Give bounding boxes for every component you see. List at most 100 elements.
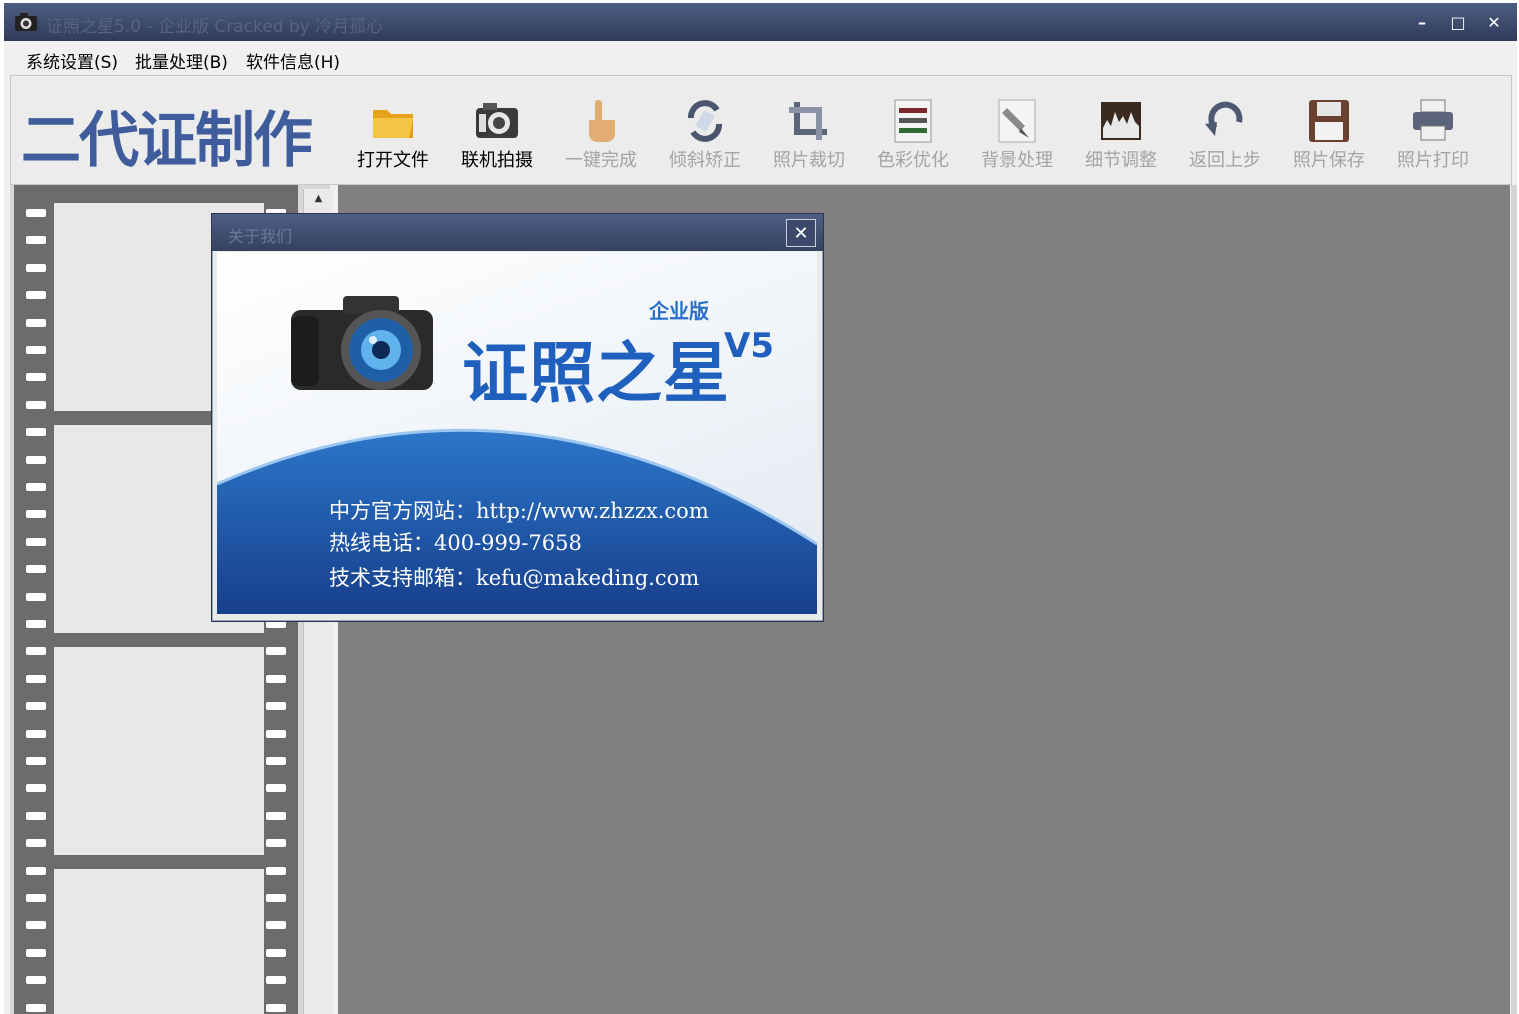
film-perforation <box>26 319 46 327</box>
undo-label: 返回上步 <box>1189 150 1261 171</box>
product-name: 证照之星 <box>462 335 730 412</box>
close-icon: ✕ <box>1487 12 1501 32</box>
film-perforation <box>266 675 286 683</box>
film-perforation <box>266 949 286 957</box>
about-dialog-titlebar[interactable]: 关于我们 ✕ <box>212 214 823 251</box>
film-perforation <box>26 565 46 573</box>
about-dialog-title: 关于我们 <box>228 227 293 246</box>
camera-capture-button[interactable]: 联机拍摄 <box>449 90 545 171</box>
film-perforation <box>26 538 46 546</box>
film-perforation <box>266 867 286 875</box>
film-perforation <box>26 867 46 875</box>
close-icon: ✕ <box>793 222 809 244</box>
background-button[interactable]: 背景处理 <box>969 90 1065 171</box>
menu-batch-processing[interactable]: 批量处理(B) <box>135 48 228 73</box>
menu-bar: 系统设置(S) 批量处理(B) 软件信息(H) <box>4 41 1517 74</box>
film-perforation <box>26 730 46 738</box>
tilt-correct-label: 倾斜矫正 <box>669 150 741 171</box>
detail-adjust-label: 细节调整 <box>1085 150 1157 171</box>
close-button[interactable]: ✕ <box>1482 10 1506 34</box>
app-camera-icon <box>15 13 37 31</box>
film-perforation <box>266 839 286 847</box>
film-perforation <box>266 1004 286 1012</box>
undo-button[interactable]: 返回上步 <box>1177 90 1273 171</box>
film-perforation <box>26 675 46 683</box>
film-perforation <box>26 1004 46 1012</box>
toolbar: 二代证制作 打开文件 联机拍摄 一键完成 倾斜矫正 照片裁切 色彩优化 背景处理… <box>10 75 1512 185</box>
background-label: 背景处理 <box>981 150 1053 171</box>
menu-software-info[interactable]: 软件信息(H) <box>246 48 340 73</box>
title-bar[interactable]: 证照之星5.0 - 企业版 Cracked by 冷月孤心 – □ ✕ <box>4 3 1517 41</box>
color-optimize-button[interactable]: 色彩优化 <box>865 90 961 171</box>
brush-icon <box>998 99 1036 143</box>
minimize-button[interactable]: – <box>1410 10 1434 34</box>
crop-icon <box>789 102 827 140</box>
color-optimize-label: 色彩优化 <box>877 150 949 171</box>
film-perforation <box>26 291 46 299</box>
open-file-label: 打开文件 <box>357 150 429 171</box>
open-file-button[interactable]: 打开文件 <box>345 90 441 171</box>
thumbnail-slot[interactable] <box>54 869 264 1014</box>
film-perforation <box>26 620 46 628</box>
print-photo-label: 照片打印 <box>1397 150 1469 171</box>
menu-system-settings[interactable]: 系统设置(S) <box>26 48 118 73</box>
film-perforation <box>26 209 46 217</box>
film-perforation <box>26 593 46 601</box>
film-perforation <box>26 757 46 765</box>
detail-adjust-button[interactable]: 细节调整 <box>1073 90 1169 171</box>
hand-pointer-icon <box>589 100 615 142</box>
tilt-correct-button[interactable]: 倾斜矫正 <box>657 90 753 171</box>
histogram-icon <box>1101 102 1141 140</box>
product-version: V5 <box>724 326 774 366</box>
save-photo-button[interactable]: 照片保存 <box>1281 90 1377 171</box>
film-perforation <box>266 894 286 902</box>
mode-logo: 二代证制作 <box>21 106 313 176</box>
crop-button[interactable]: 照片裁切 <box>761 90 857 171</box>
minimize-icon: – <box>1418 12 1426 32</box>
thumbnail-slot[interactable] <box>54 647 264 855</box>
film-perforation <box>26 647 46 655</box>
undo-icon <box>1205 101 1243 136</box>
color-sliders-icon <box>894 99 932 143</box>
website-info: 中方官方网站：http://www.zhzzx.com <box>329 499 709 523</box>
film-perforation <box>26 784 46 792</box>
film-perforation <box>26 346 46 354</box>
film-perforation <box>26 483 46 491</box>
maximize-icon: □ <box>1450 12 1466 32</box>
email-info: 技术支持邮箱：kefu@makeding.com <box>329 566 700 590</box>
one-click-label: 一键完成 <box>565 150 637 171</box>
camera-icon <box>476 103 518 138</box>
camera-capture-label: 联机拍摄 <box>461 150 533 171</box>
film-perforation <box>26 976 46 984</box>
crop-label: 照片裁切 <box>773 150 845 171</box>
about-banner: 企业版 证照之星 V5 中方官方网站：http://www.zhzzx.com … <box>217 252 817 614</box>
save-photo-label: 照片保存 <box>1293 150 1365 171</box>
film-perforation <box>26 428 46 436</box>
film-perforation <box>26 949 46 957</box>
film-perforation <box>26 510 46 518</box>
film-perforation <box>266 921 286 929</box>
scroll-up-icon[interactable]: ▲ <box>304 193 333 204</box>
printer-icon <box>1413 99 1453 141</box>
film-perforation <box>266 647 286 655</box>
floppy-disk-icon <box>1309 100 1349 142</box>
about-dialog: 关于我们 ✕ 企业版 证照之星 V5 中方官方网站：http://www.zhz… <box>211 213 824 622</box>
maximize-button[interactable]: □ <box>1446 10 1470 34</box>
film-perforation <box>266 784 286 792</box>
main-window: 证照之星5.0 - 企业版 Cracked by 冷月孤心 – □ ✕ 系统设置… <box>4 3 1517 1014</box>
print-photo-button[interactable]: 照片打印 <box>1385 90 1481 171</box>
film-perforation <box>26 236 46 244</box>
camera-logo-icon <box>291 296 433 390</box>
film-perforation <box>26 894 46 902</box>
film-perforation <box>26 401 46 409</box>
film-perforation <box>266 757 286 765</box>
folder-icon <box>373 110 413 138</box>
window-title: 证照之星5.0 - 企业版 Cracked by 冷月孤心 <box>46 17 384 37</box>
film-perforation <box>26 921 46 929</box>
one-click-button[interactable]: 一键完成 <box>553 90 649 171</box>
film-perforation <box>26 456 46 464</box>
film-perforation <box>266 730 286 738</box>
film-perforation <box>266 812 286 820</box>
about-dialog-close-button[interactable]: ✕ <box>786 219 816 247</box>
film-perforation <box>26 373 46 381</box>
